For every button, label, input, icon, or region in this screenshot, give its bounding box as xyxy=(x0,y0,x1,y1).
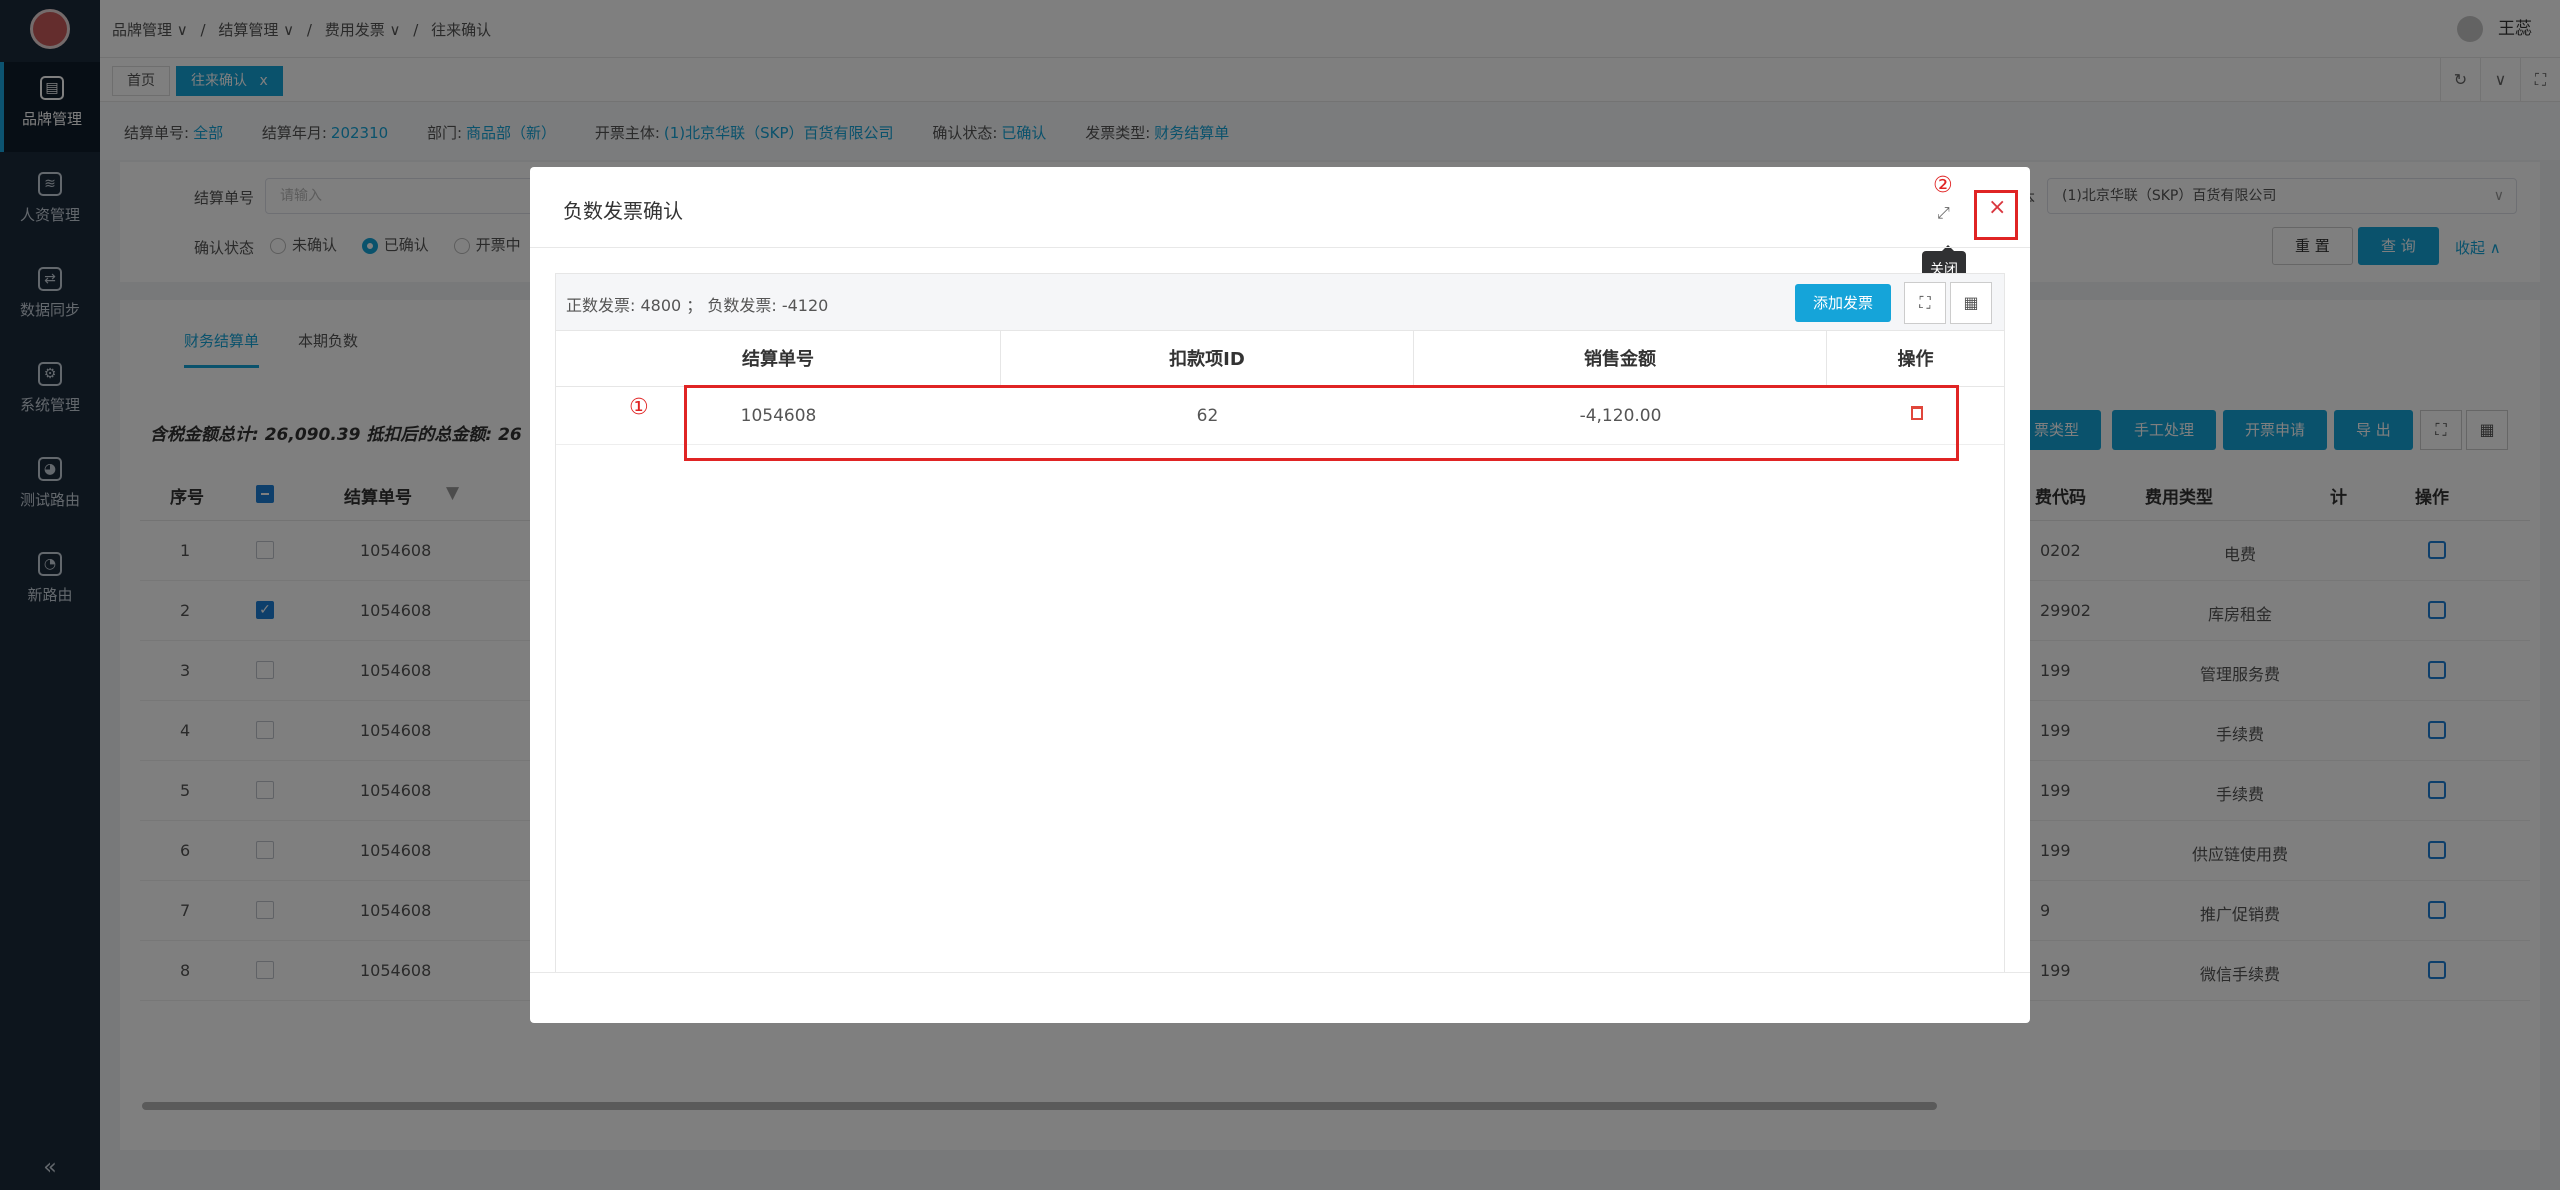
dialog-footer-divider xyxy=(530,972,2030,973)
add-invoice-button[interactable]: 添加发票 xyxy=(1795,284,1892,322)
col-deduct-id: 扣款项ID xyxy=(1001,331,1414,388)
col-order: 结算单号 xyxy=(556,331,1001,388)
annotation-marker-1: ① xyxy=(629,395,649,420)
dialog-title: 负数发票确认 xyxy=(563,199,683,223)
invoice-table-header: 结算单号 扣款项ID 销售金额 操作 xyxy=(556,330,2004,388)
col-op: 操作 xyxy=(1897,349,1934,370)
fullscreen-icon[interactable]: ⛶ xyxy=(1904,282,1946,324)
col-amount: 销售金额 xyxy=(1414,331,1827,388)
divider xyxy=(530,247,2030,248)
maximize-icon[interactable]: ⤢ xyxy=(1937,203,1950,223)
invoice-table-panel: 正数发票: 4800 ； 负数发票: -4120 添加发票 ⛶ ▦ 结算单号 扣… xyxy=(555,273,2005,973)
table-toolbar: 正数发票: 4800 ； 负数发票: -4120 添加发票 ⛶ ▦ xyxy=(556,274,2004,330)
invoice-counts: 正数发票: 4800 ； 负数发票: -4120 xyxy=(566,296,829,315)
negative-invoice-dialog: 负数发票确认 ⤢ ② × 关闭 正数发票: 4800 ； 负数发票: -4120… xyxy=(530,167,2030,1023)
close-icon[interactable]: × xyxy=(1988,195,2006,220)
row-highlight-box xyxy=(684,385,1959,461)
columns-icon[interactable]: ▦ xyxy=(1950,282,1992,324)
annotation-marker-2: ② xyxy=(1933,173,1953,198)
